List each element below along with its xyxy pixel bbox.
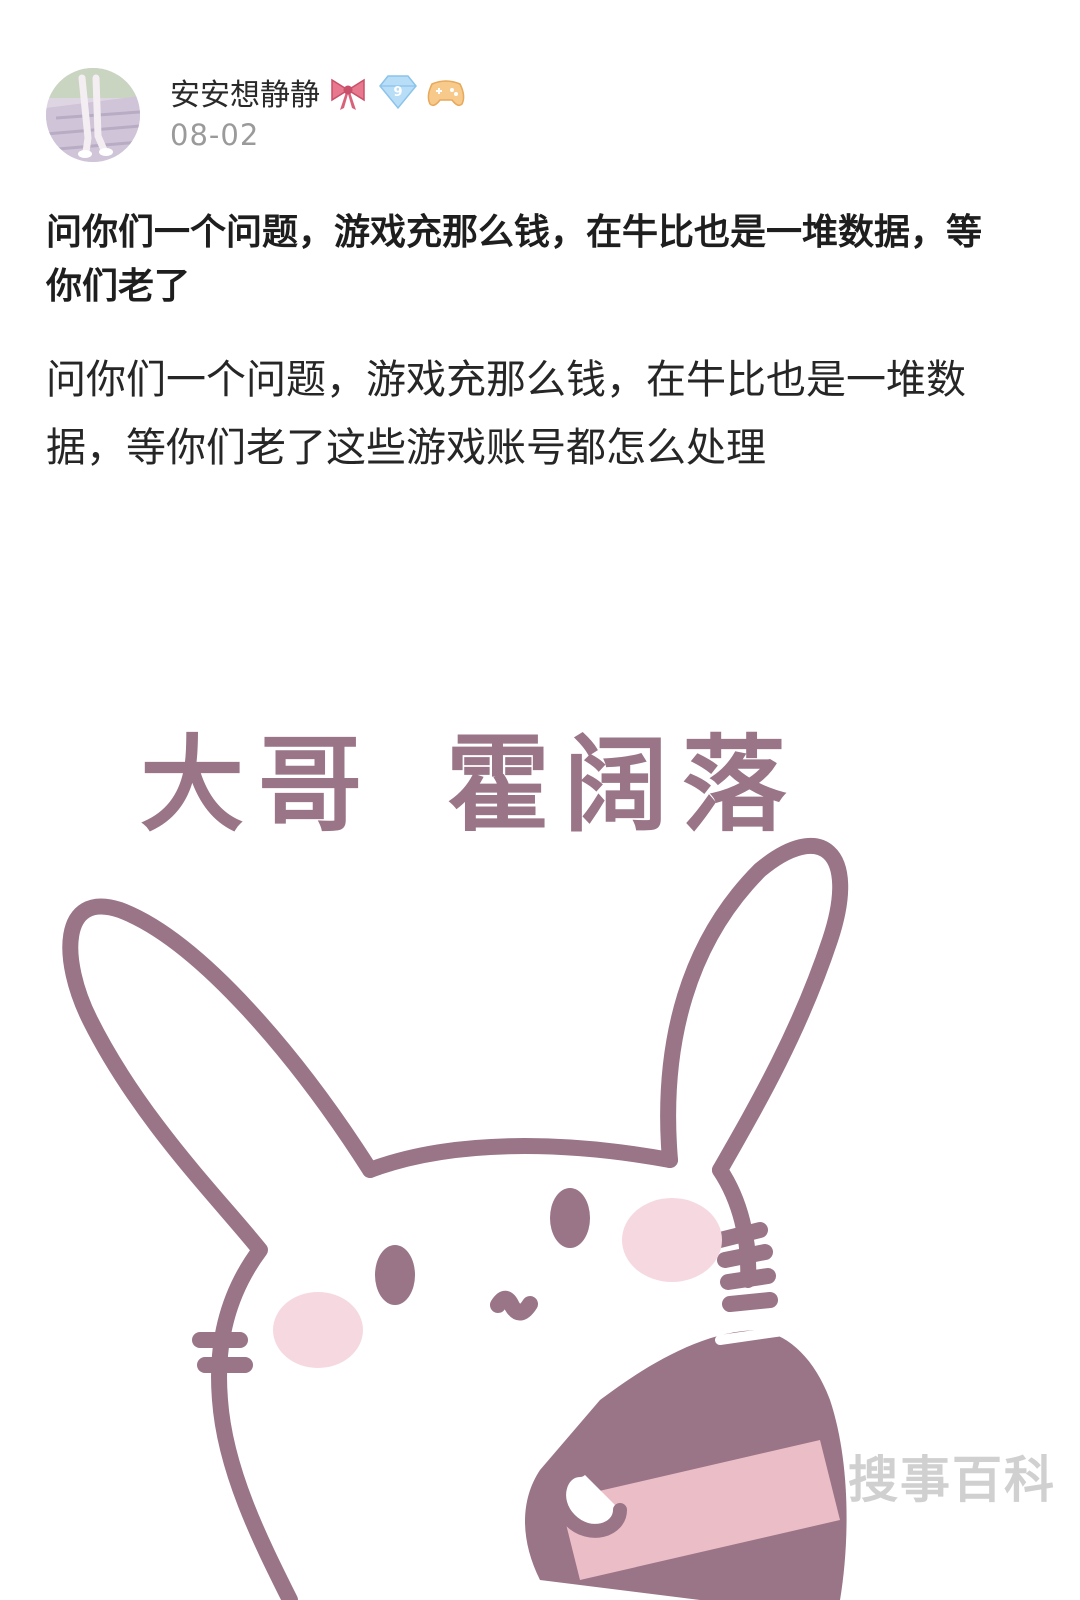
cola-bottle — [525, 1325, 847, 1600]
meme-caption: 大哥 霍阔落 — [140, 700, 800, 851]
meme-caption-part1: 大哥 — [140, 724, 377, 846]
post-title: 问你们一个问题，游戏充那么钱，在牛比也是一堆数据，等你们老了 — [46, 212, 983, 307]
username-row: 安安想静静 9 — [170, 70, 465, 114]
gamepad-icon — [424, 72, 465, 112]
watermark: 搜事百科 — [848, 1451, 1056, 1509]
post-header: 安安想静静 9 08-02 — [46, 68, 1026, 168]
avatar[interactable] — [46, 68, 140, 162]
bow-icon — [328, 72, 368, 112]
post-body: 问你们一个问题，游戏充那么钱，在牛比也是一堆数据，等你们老了这些游戏账号都怎么处… — [46, 357, 966, 471]
diamond-level-icon[interactable]: 9 — [376, 72, 417, 112]
level-number: 9 — [393, 85, 402, 100]
post-date: 08-02 — [170, 118, 260, 152]
username[interactable]: 安安想静静 — [170, 70, 320, 114]
meme-image[interactable]: 大哥 霍阔落 搜事百科 — [0, 640, 1080, 1600]
meme-caption-part2: 霍阔落 — [446, 724, 801, 846]
